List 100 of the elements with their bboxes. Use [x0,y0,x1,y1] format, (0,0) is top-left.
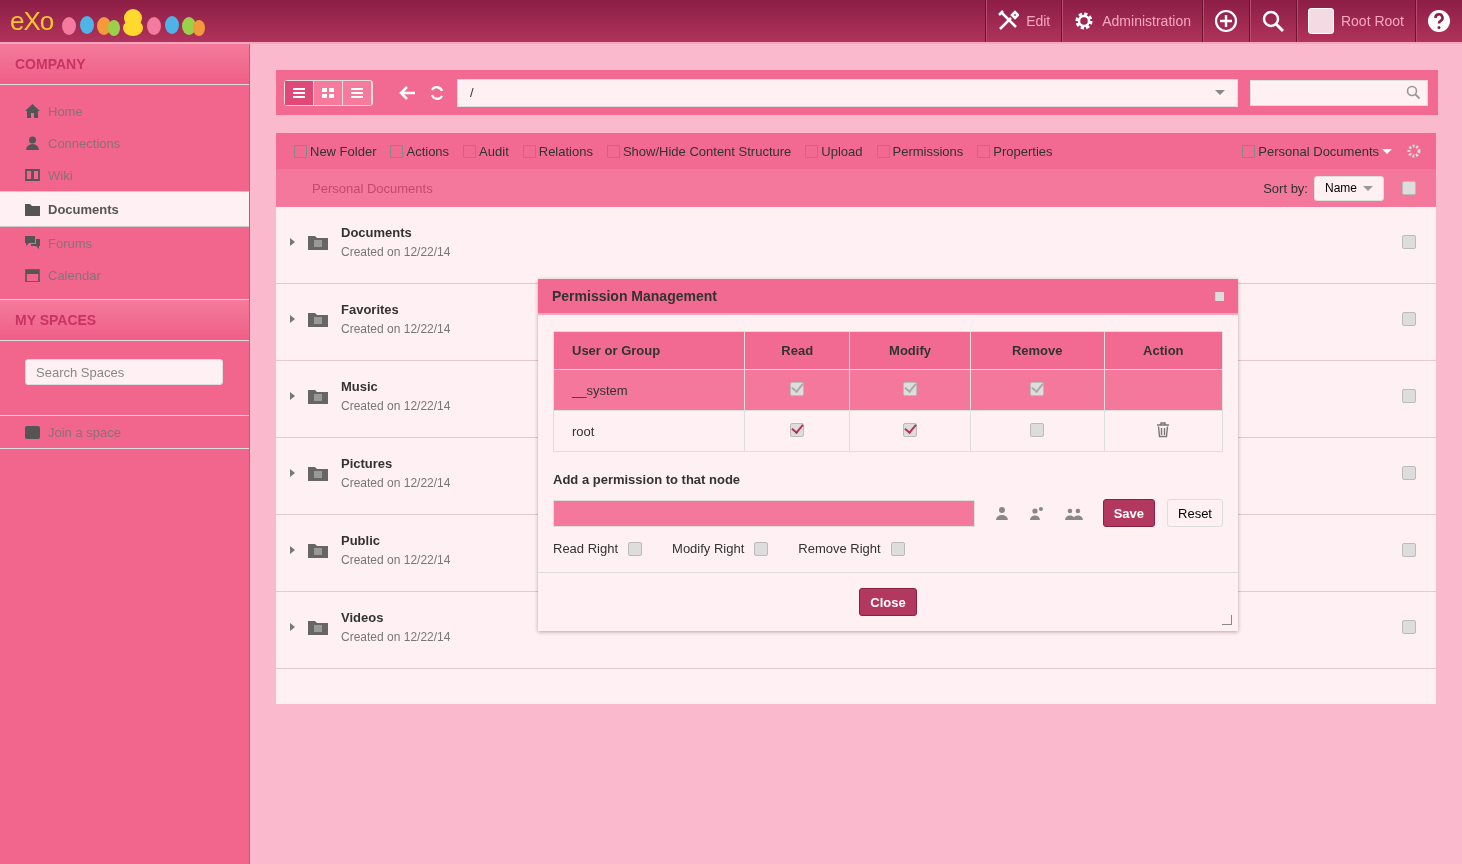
table-cell: root [553,410,745,452]
right-checkbox[interactable] [628,541,643,556]
section-heading: Add a permission to that node [553,472,742,487]
table-cell: __system [553,369,745,411]
reset-button[interactable]: Reset [1167,499,1223,527]
grid-icon [321,86,335,99]
toolbar-action[interactable]: Permissions [876,143,964,159]
user-icon[interactable] [994,506,1009,520]
folder-icon [307,464,329,482]
close-button[interactable]: Close [859,588,917,616]
user-input-field[interactable] [553,499,975,527]
row-checkbox[interactable] [1402,389,1416,403]
toolbar-action[interactable]: Properties [977,143,1053,159]
search-field[interactable] [1250,79,1428,106]
folder-name[interactable]: Public [341,533,451,548]
right-checkbox[interactable] [890,541,905,556]
folder-name[interactable]: Documents [341,225,451,240]
logo[interactable]: eXo [10,5,54,37]
folder-icon [307,541,329,559]
column-header: Remove [970,331,1105,370]
column-header: Modify [849,331,971,370]
folder-name[interactable]: Videos [341,610,451,625]
column-header: Read [744,331,850,370]
folder-name[interactable]: Favorites [341,302,451,317]
created-date: Created on 12/22/14 [341,399,451,413]
search-icon [1260,9,1285,33]
folder-name[interactable]: Music [341,379,451,394]
caret-icon [1215,90,1225,95]
row-checkbox[interactable] [1402,620,1416,634]
section-heading: COMPANY [0,44,249,85]
path-field[interactable]: / [457,78,1238,107]
folder-icon [307,310,329,328]
detail-view-button[interactable] [343,80,372,105]
created-date: Created on 12/22/14 [341,322,451,336]
search-icon [1406,85,1421,100]
folder-icon [307,233,329,251]
list-view-button[interactable] [285,80,314,105]
caret-icon [1382,148,1392,154]
folder-icon [307,387,329,405]
column-header: Action [1104,331,1223,370]
list-icon [350,86,364,99]
checkbox-label: Remove Right [798,541,881,556]
document-icon [606,144,620,158]
help-icon [1427,9,1451,33]
document-icon [463,144,477,158]
section-heading: MY SPACES [0,300,249,341]
toolbar-action[interactable]: Audit [463,143,509,159]
sort-label: Sort by: [1263,180,1308,196]
expand-arrow-icon[interactable] [290,238,295,246]
expand-arrow-icon[interactable] [290,546,295,554]
group-icon[interactable] [1064,506,1083,520]
toolbar-action[interactable]: Actions [390,143,450,159]
folder-name[interactable]: Pictures [341,456,451,471]
resize-grip-icon[interactable] [1222,615,1232,625]
expand-arrow-icon[interactable] [290,315,295,323]
expand-arrow-icon[interactable] [290,623,295,631]
created-date: Created on 12/22/14 [341,553,451,567]
book-icon [25,168,40,182]
grid-view-button[interactable] [314,80,343,105]
select-all-checkbox[interactable] [1402,181,1416,195]
sort-dropdown[interactable]: Name [1314,175,1384,201]
tools-icon [997,10,1020,32]
back-arrow-icon[interactable] [399,84,417,101]
speech-bubbles-icon [25,236,40,250]
checkbox-label: Modify Right [672,541,745,556]
refresh-icon[interactable] [429,84,445,101]
toolbar-action[interactable]: Show/Hide Content Structure [606,143,792,159]
row-checkbox[interactable] [1402,543,1416,557]
toolbar-action[interactable]: Relations [522,143,593,159]
top-menu-item[interactable]: Root Root [1295,0,1415,42]
toolbar-action[interactable]: New Folder [294,143,377,159]
list-icon [292,86,306,99]
top-menu-item[interactable]: Edit [985,0,1062,42]
dialog-title: Permission Management [552,288,717,304]
house-icon [25,104,40,118]
created-date: Created on 12/22/14 [341,630,451,644]
sidebar-item[interactable]: Documents [0,191,249,227]
drive-selector[interactable]: Personal Documents [1242,143,1392,159]
expand-arrow-icon[interactable] [290,469,295,477]
avatar-icon [1307,8,1334,34]
trash-icon[interactable] [1156,421,1171,438]
permission-checkbox[interactable] [1030,422,1045,437]
document-icon [294,144,307,158]
permission-checkbox[interactable] [903,422,918,437]
users-icon[interactable] [1028,506,1045,520]
document-icon [876,144,890,158]
top-menu-item[interactable]: Administration [1061,0,1202,42]
expand-arrow-icon[interactable] [290,392,295,400]
folder-icon [307,618,329,636]
search-field[interactable]: Search Spaces [25,359,223,385]
right-checkbox[interactable] [754,541,769,556]
toolbar-action[interactable]: Upload [805,143,863,159]
plus-icon [1213,9,1238,33]
permission-checkbox[interactable] [790,422,805,437]
row-checkbox[interactable] [1402,235,1416,249]
save-button[interactable]: Save [1102,499,1155,527]
document-icon [805,144,819,158]
row-checkbox[interactable] [1402,312,1416,326]
created-date: Created on 12/22/14 [341,245,451,259]
row-checkbox[interactable] [1402,466,1416,480]
